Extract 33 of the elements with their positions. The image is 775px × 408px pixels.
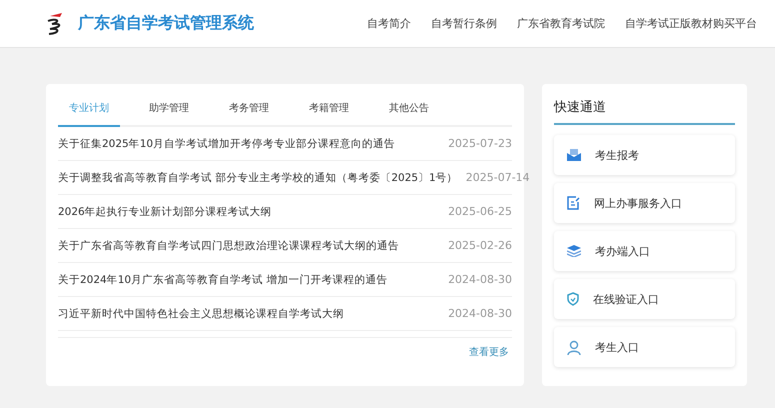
section-title: 快速通道 xyxy=(554,94,735,125)
quick-link-button[interactable]: 网上办事服务入口 xyxy=(554,183,735,223)
tab[interactable]: 考务管理 xyxy=(218,94,280,125)
tab[interactable]: 其他公告 xyxy=(378,94,440,125)
notice-date: 2025-02-26 xyxy=(448,239,512,252)
notice-link[interactable]: 关于调整我省高等教育自学考试 部分专业主考学校的通知（粤考委〔2025〕1号） xyxy=(58,170,458,184)
tab[interactable]: 助学管理 xyxy=(138,94,200,125)
notice-link[interactable]: 习近平新时代中国特色社会主义思想概论课程自学考试大纲 xyxy=(58,306,344,320)
quick-link-button[interactable]: 考办端入口 xyxy=(554,231,735,271)
quick-link-button[interactable]: 在线验证入口 xyxy=(554,279,735,319)
site-title: 广东省自学考试管理系统 xyxy=(78,13,254,34)
notice-link[interactable]: 关于广东省高等教育自学考试四门思想政治理论课课程考试大纲的通告 xyxy=(58,238,399,252)
notice-date: 2024-08-30 xyxy=(448,273,512,286)
envelope-icon xyxy=(567,149,581,161)
notice-link[interactable]: 关于2024年10月广东省高等教育自学考试 增加一门开考课程的通告 xyxy=(58,272,388,286)
tab[interactable]: 考籍管理 xyxy=(298,94,360,125)
quick-link-button[interactable]: 考生报考 xyxy=(554,135,735,175)
nav-link[interactable]: 自学考试正版教材购买平台 xyxy=(625,16,757,31)
person-icon xyxy=(567,340,581,354)
notice-date: 2024-08-30 xyxy=(448,307,512,320)
notice-date: 2025-07-14 xyxy=(466,171,530,184)
notice-link[interactable]: 2026年起执行专业新计划部分课程考试大纲 xyxy=(58,204,272,218)
shield-icon xyxy=(567,292,579,306)
layers-icon xyxy=(567,245,581,257)
notice-link[interactable]: 关于征集2025年10月自学考试增加开考停考专业部分课程意向的通告 xyxy=(58,136,396,150)
nav-link[interactable]: 广东省教育考试院 xyxy=(517,16,605,31)
quick-link-button[interactable]: 考生入口 xyxy=(554,327,735,367)
notice-date: 2025-07-23 xyxy=(448,137,512,150)
notice-date: 2025-06-25 xyxy=(448,205,512,218)
document-edit-icon xyxy=(567,196,580,210)
more-link[interactable]: 查看更多 xyxy=(469,345,509,359)
nav-link[interactable]: 自考简介 xyxy=(367,16,411,31)
nav-link[interactable]: 自考暂行条例 xyxy=(431,16,497,31)
